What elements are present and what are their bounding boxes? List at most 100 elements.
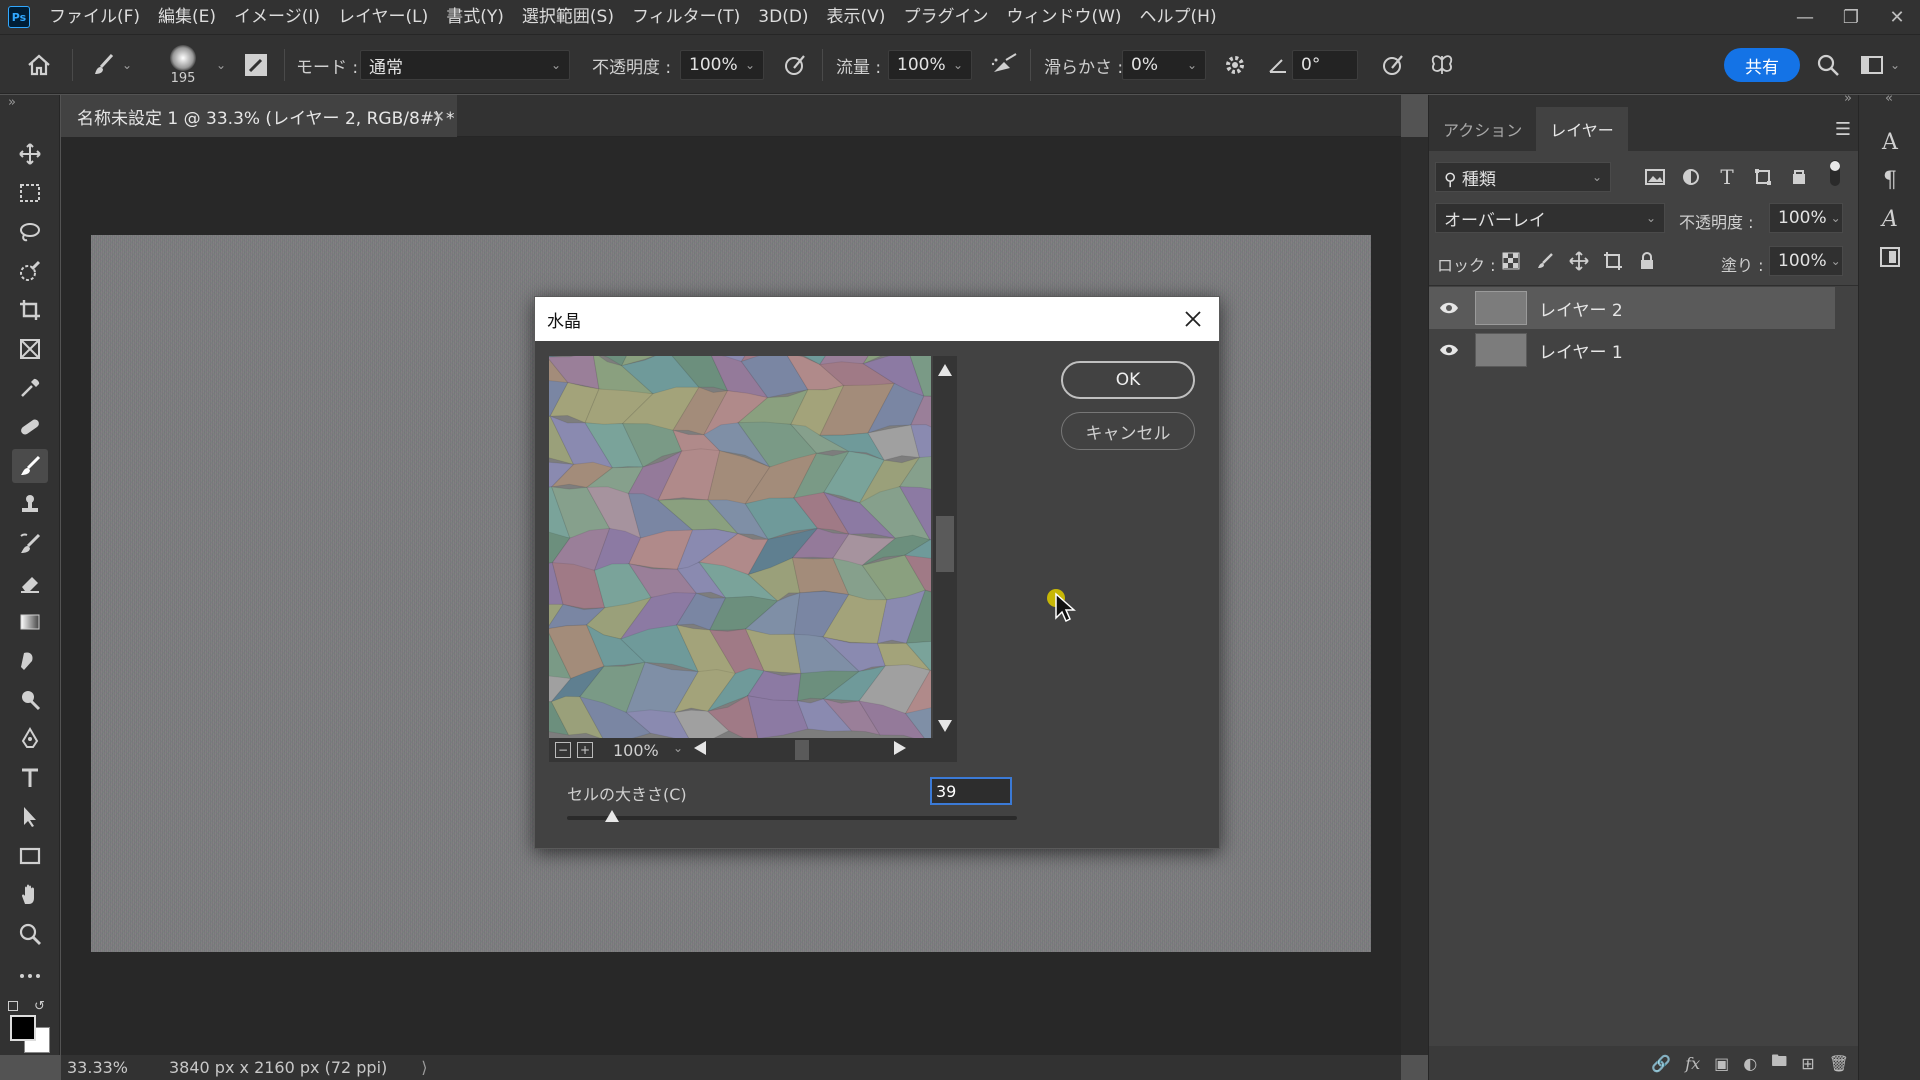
- collapse-toolbar-icon[interactable]: »: [8, 95, 16, 110]
- cell-size-input[interactable]: [930, 777, 1012, 805]
- dodge-tool-icon[interactable]: [12, 683, 48, 717]
- status-expand-icon[interactable]: ⟩: [421, 1058, 427, 1077]
- default-colors-icon[interactable]: [8, 1001, 18, 1011]
- tab-actions[interactable]: アクション: [1429, 107, 1536, 151]
- glyphs-panel-icon[interactable]: A: [1876, 205, 1904, 233]
- layer-style-fx-icon[interactable]: fx: [1685, 1054, 1700, 1073]
- dialog-titlebar[interactable]: 水晶: [535, 297, 1219, 341]
- mode-dropdown[interactable]: 通常 ⌄: [360, 50, 570, 80]
- airbrush-icon[interactable]: [990, 35, 1020, 95]
- filter-pixel-icon[interactable]: [1643, 165, 1667, 189]
- preview-vscroll-thumb[interactable]: [936, 516, 954, 572]
- brush-settings-icon[interactable]: [242, 35, 270, 95]
- zoom-in-icon[interactable]: +: [577, 742, 593, 758]
- menu-plugins[interactable]: プラグイン: [894, 0, 997, 34]
- brush-tool-preset-icon[interactable]: ⌄: [92, 35, 132, 95]
- type-tool-icon[interactable]: [12, 761, 48, 795]
- opacity-input[interactable]: 100% ⌄: [680, 50, 764, 80]
- add-mask-icon[interactable]: ▣: [1714, 1054, 1729, 1073]
- search-icon[interactable]: [1816, 35, 1840, 95]
- smoothing-input[interactable]: 0% ⌄: [1122, 50, 1206, 80]
- eye-visibility-icon[interactable]: [1429, 301, 1469, 315]
- layer-opacity-input[interactable]: 100% ⌄: [1769, 203, 1843, 233]
- brush-size-picker[interactable]: 195: [170, 35, 196, 95]
- preview-hscroll-thumb[interactable]: [795, 740, 809, 760]
- expand-dock-icon[interactable]: «: [1885, 91, 1893, 106]
- eyedropper-tool-icon[interactable]: [12, 371, 48, 405]
- menu-help[interactable]: ヘルプ(H): [1131, 0, 1226, 34]
- tab-layers[interactable]: レイヤー: [1536, 107, 1628, 151]
- cell-size-slider[interactable]: [567, 816, 1017, 820]
- smudge-tool-icon[interactable]: [12, 644, 48, 678]
- layer-name[interactable]: レイヤー 2: [1539, 296, 1623, 321]
- angle-input[interactable]: 0°: [1292, 50, 1358, 80]
- preview-zoom-dropdown[interactable]: 100% ⌄: [613, 741, 683, 760]
- scroll-down-arrow-icon[interactable]: [937, 718, 953, 737]
- adjustment-layer-icon[interactable]: ◐: [1743, 1054, 1757, 1073]
- cell-size-slider-thumb[interactable]: [605, 810, 619, 822]
- healing-brush-tool-icon[interactable]: [12, 410, 48, 444]
- filter-preview[interactable]: [549, 356, 931, 738]
- filter-shape-icon[interactable]: [1751, 165, 1775, 189]
- panel-menu-icon[interactable]: ☰: [1835, 107, 1859, 151]
- foreground-color-swatch[interactable]: [10, 1015, 36, 1041]
- zoom-level[interactable]: 33.33%: [67, 1058, 139, 1077]
- libraries-panel-icon[interactable]: [1876, 243, 1904, 271]
- eye-visibility-icon[interactable]: [1429, 343, 1469, 357]
- close-window-icon[interactable]: ✕: [1874, 0, 1920, 34]
- menu-view[interactable]: 表示(V): [818, 0, 895, 34]
- scroll-up-arrow-icon[interactable]: [937, 362, 953, 381]
- brush-size-chevron-icon[interactable]: ⌄: [212, 35, 226, 95]
- menu-3d[interactable]: 3D(D): [749, 0, 817, 34]
- menu-image[interactable]: イメージ(I): [225, 0, 329, 34]
- menu-filter[interactable]: フィルター(T): [623, 0, 749, 34]
- color-swatches[interactable]: ↺: [8, 999, 58, 1053]
- dialog-close-icon[interactable]: [1177, 303, 1209, 335]
- lock-transparent-pixels-icon[interactable]: [1499, 249, 1523, 273]
- flow-input[interactable]: 100% ⌄: [888, 50, 972, 80]
- preview-vertical-scrollbar[interactable]: [933, 356, 957, 738]
- lock-all-icon[interactable]: [1635, 249, 1659, 273]
- swap-colors-icon[interactable]: ↺: [34, 999, 45, 1014]
- layer-filter-dropdown[interactable]: ⚲ 種類 ⌄: [1435, 162, 1611, 192]
- pressure-opacity-icon[interactable]: [782, 35, 808, 95]
- smoothing-settings-gear-icon[interactable]: [1222, 35, 1248, 95]
- path-selection-tool-icon[interactable]: [12, 800, 48, 834]
- filter-type-icon[interactable]: T: [1715, 165, 1739, 189]
- workspace-icon[interactable]: ⌄: [1860, 35, 1900, 95]
- rectangle-tool-icon[interactable]: [12, 839, 48, 873]
- lasso-tool-icon[interactable]: [12, 215, 48, 249]
- pressure-size-icon[interactable]: [1380, 35, 1406, 95]
- layer-name[interactable]: レイヤー 1: [1539, 338, 1623, 363]
- scroll-left-arrow-icon[interactable]: [693, 740, 707, 760]
- history-brush-tool-icon[interactable]: [12, 527, 48, 561]
- crop-tool-icon[interactable]: [12, 293, 48, 327]
- share-button[interactable]: 共有: [1724, 48, 1800, 82]
- character-panel-icon[interactable]: A: [1876, 128, 1904, 156]
- home-icon[interactable]: [26, 35, 52, 95]
- menu-file[interactable]: ファイル(F): [40, 0, 149, 34]
- lock-artboard-icon[interactable]: [1601, 249, 1625, 273]
- close-document-icon[interactable]: ✕: [432, 107, 445, 126]
- move-tool-icon[interactable]: [12, 137, 48, 171]
- lock-position-icon[interactable]: [1567, 249, 1591, 273]
- blend-mode-dropdown[interactable]: オーバーレイ ⌄: [1435, 203, 1665, 233]
- cancel-button[interactable]: キャンセル: [1061, 412, 1195, 450]
- canvas-vertical-scrollbar[interactable]: [1401, 137, 1429, 1055]
- gradient-tool-icon[interactable]: [12, 605, 48, 639]
- new-layer-icon[interactable]: ⊞: [1801, 1054, 1814, 1073]
- menu-type[interactable]: 書式(Y): [437, 0, 513, 34]
- frame-tool-icon[interactable]: [12, 332, 48, 366]
- menu-layer[interactable]: レイヤー(L): [329, 0, 437, 34]
- document-tab[interactable]: 名称未設定 1 @ 33.3% (レイヤー 2, RGB/8#) * ✕: [61, 95, 457, 137]
- layer-row[interactable]: レイヤー 2: [1429, 287, 1835, 329]
- fill-input[interactable]: 100% ⌄: [1769, 246, 1843, 276]
- pen-tool-icon[interactable]: [12, 722, 48, 756]
- filter-smart-object-icon[interactable]: [1787, 165, 1811, 189]
- scroll-right-arrow-icon[interactable]: [893, 740, 907, 760]
- filter-toggle-icon[interactable]: [1823, 160, 1847, 186]
- menu-edit[interactable]: 編集(E): [149, 0, 225, 34]
- eraser-tool-icon[interactable]: [12, 566, 48, 600]
- clone-stamp-tool-icon[interactable]: [12, 488, 48, 522]
- collapse-panel-icon[interactable]: »: [1844, 91, 1852, 106]
